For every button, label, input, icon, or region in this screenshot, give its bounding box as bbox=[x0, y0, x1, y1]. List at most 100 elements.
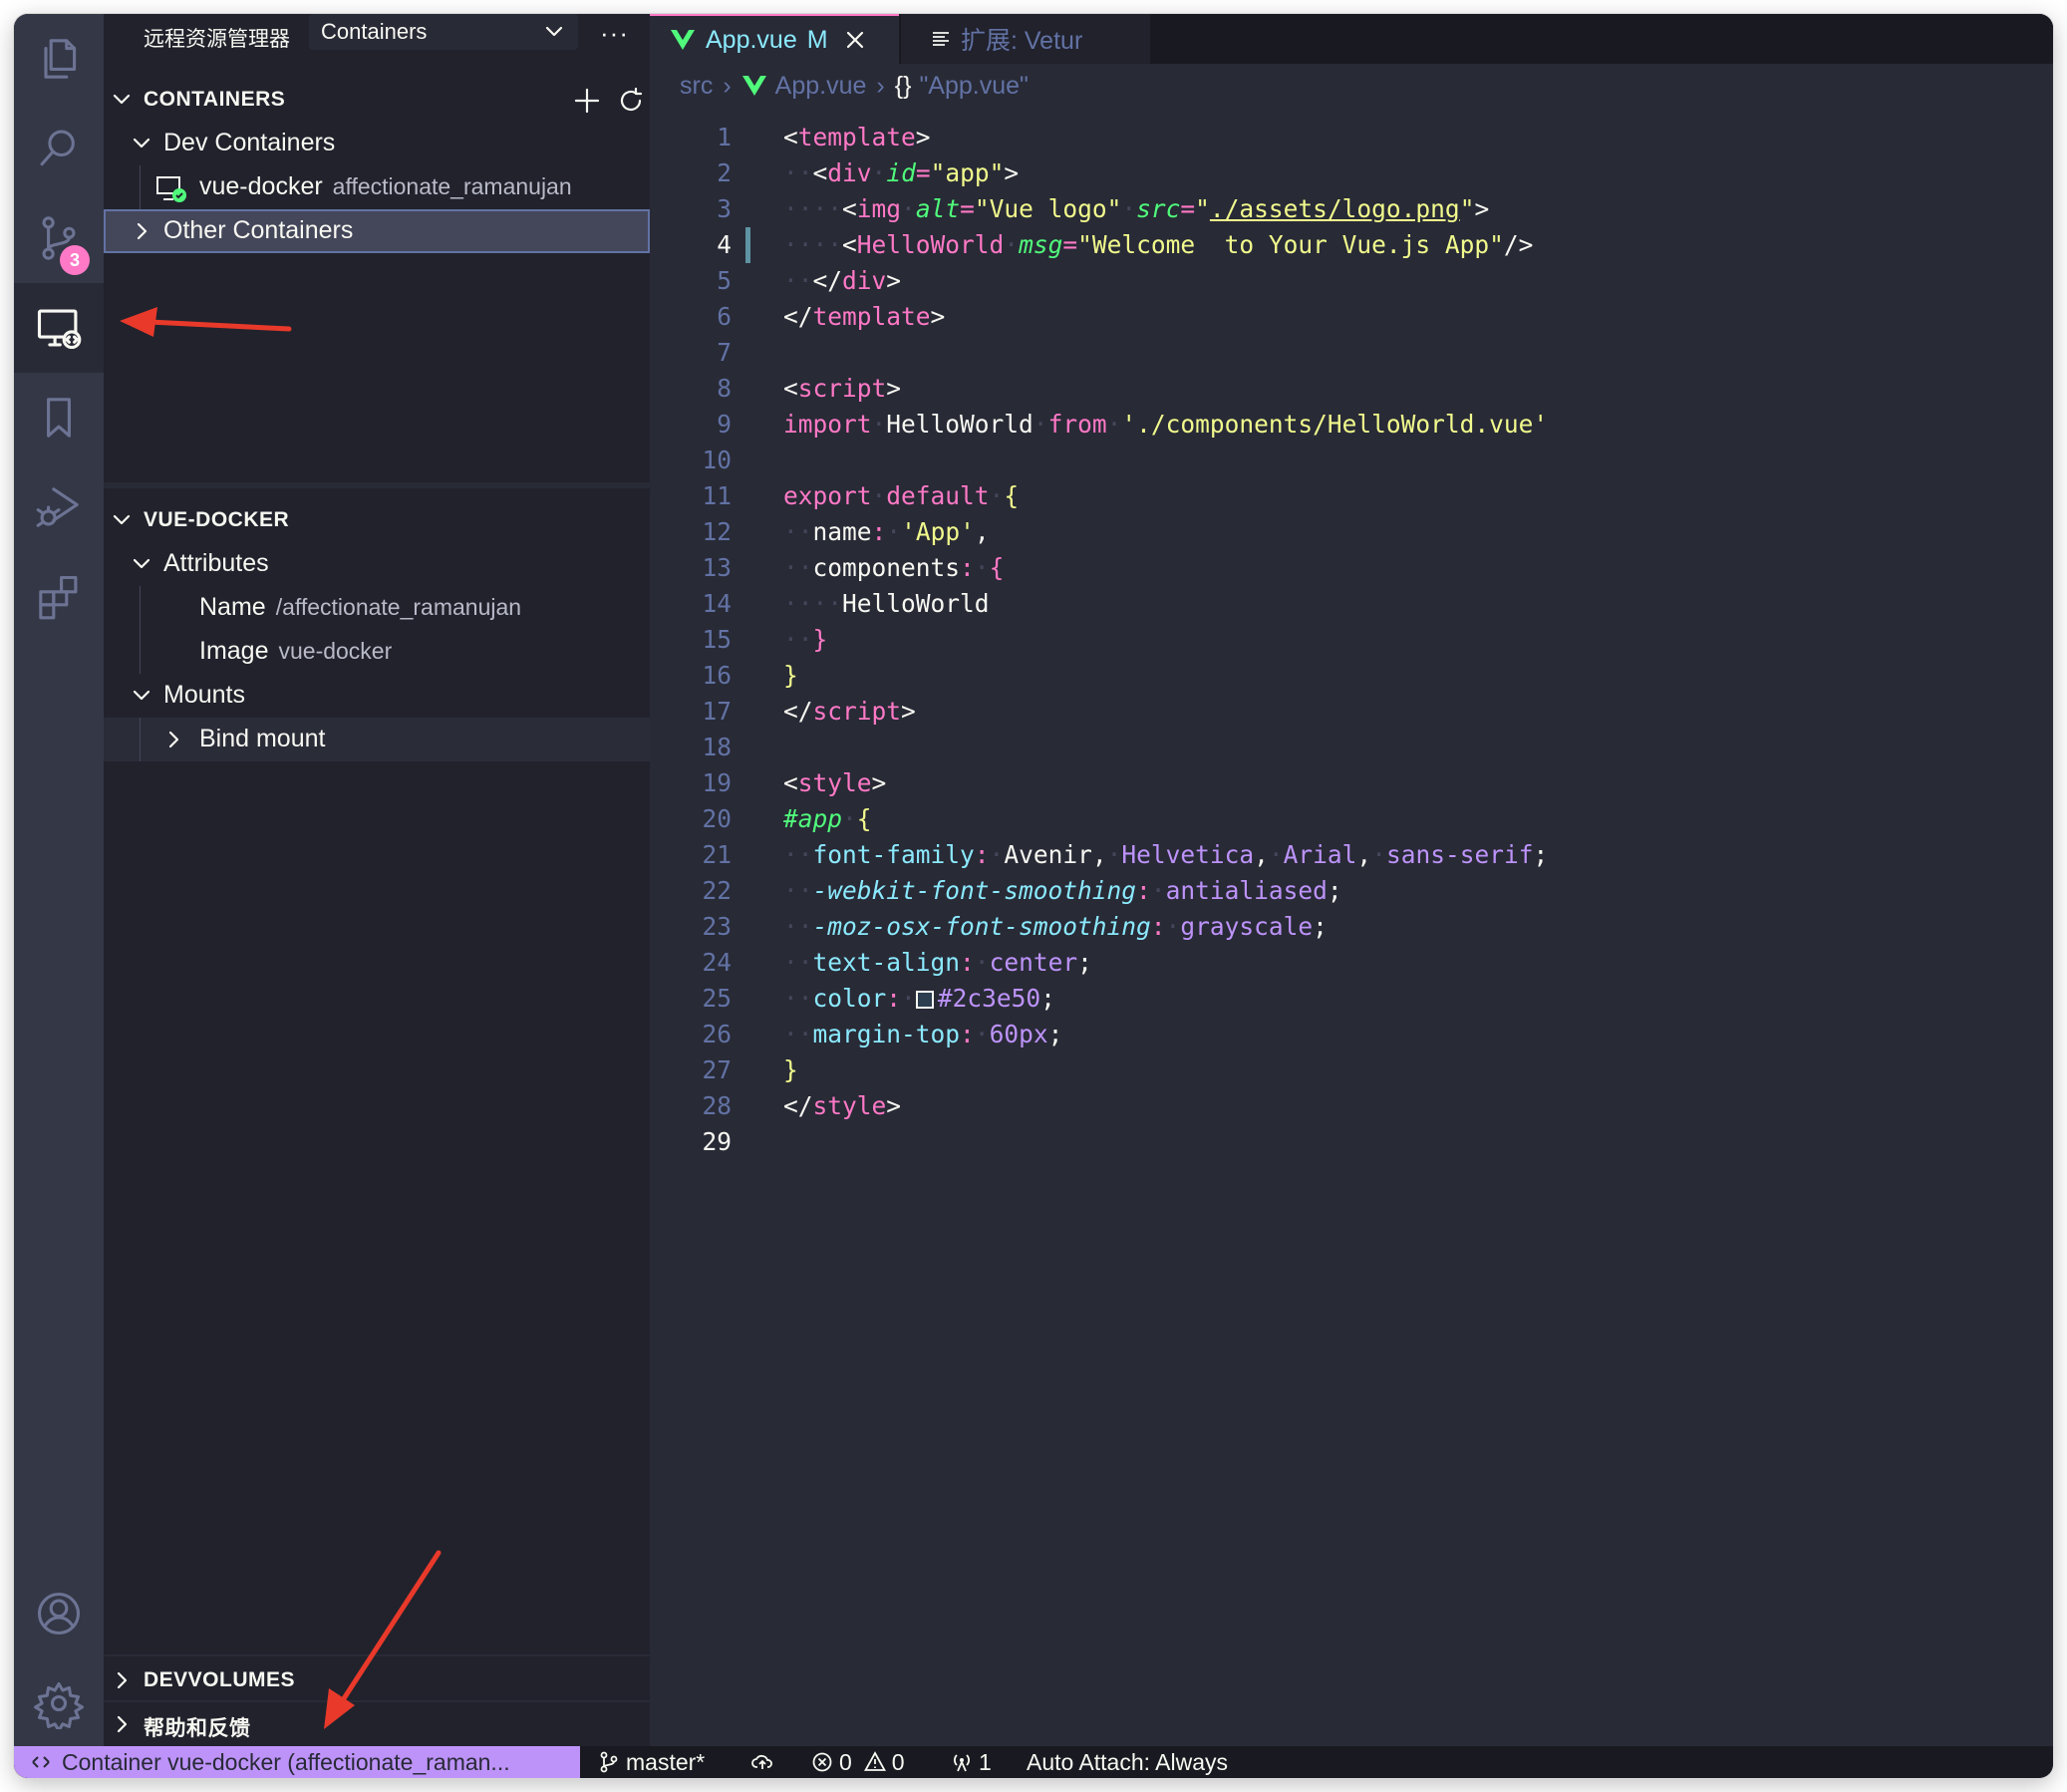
tree-item-bind-mount[interactable]: Bind mount bbox=[104, 718, 650, 761]
code-line: 5 ··</div> bbox=[650, 263, 2053, 299]
remote-explorer-icon[interactable] bbox=[14, 283, 104, 373]
cloud-upload-icon bbox=[751, 1754, 772, 1769]
code-line: 10 bbox=[650, 443, 2053, 478]
breadcrumb-file[interactable]: App.vue bbox=[775, 72, 867, 101]
add-icon[interactable] bbox=[572, 86, 602, 116]
code-line: 28 </style> bbox=[650, 1088, 2053, 1124]
code-line: 22 ··-webkit-font-smoothing:·antialiased; bbox=[650, 873, 2053, 909]
tree-item-name-attribute[interactable]: Name/affectionate_ramanujan bbox=[104, 586, 650, 630]
vue-docker-section-header[interactable]: VUE-DOCKER bbox=[104, 498, 650, 542]
devvolumes-section-header[interactable]: DEVVOLUMES bbox=[104, 1658, 650, 1702]
code-line: 15 ··} bbox=[650, 622, 2053, 658]
remote-indicator-label: Container vue-docker (affectionate_raman… bbox=[62, 1748, 510, 1775]
line-number: 25 bbox=[702, 984, 732, 1013]
line-number: 13 bbox=[702, 553, 732, 582]
attribute-label: Name bbox=[199, 593, 266, 621]
tab-app-vue[interactable]: App.vue M bbox=[650, 14, 899, 64]
line-number: 6 bbox=[717, 302, 732, 331]
run-debug-icon[interactable] bbox=[14, 462, 104, 552]
code-line: 25 ··color:· #2c3e50; bbox=[650, 981, 2053, 1017]
line-number: 24 bbox=[702, 948, 732, 977]
tree-item-image-attribute[interactable]: Image vue-docker bbox=[104, 630, 650, 674]
sync-button[interactable] bbox=[751, 1746, 779, 1778]
code-line: 23 ··-moz-osx-font-smoothing:·grayscale; bbox=[650, 909, 2053, 945]
chevron-down-icon bbox=[133, 558, 150, 569]
running-container-icon bbox=[156, 176, 186, 202]
tree-item-attributes[interactable]: Attributes bbox=[104, 542, 650, 586]
bookmark-icon[interactable] bbox=[14, 373, 104, 462]
code-line: 9 import·HelloWorld·from·'./components/He… bbox=[650, 407, 2053, 443]
refresh-icon[interactable] bbox=[616, 86, 646, 116]
line-number: 7 bbox=[717, 338, 732, 367]
breadcrumb: src › App.vue › {} "App.vue" bbox=[650, 66, 1029, 106]
tree-item-other-containers[interactable]: Other Containers bbox=[104, 209, 650, 253]
containers-section-header[interactable]: CONTAINERS bbox=[104, 78, 650, 122]
container-description: affectionate_ramanujan bbox=[332, 173, 572, 199]
code-line: 13 ··components:·{ bbox=[650, 550, 2053, 586]
auto-attach-label: Auto Attach: Always bbox=[1027, 1748, 1229, 1775]
code-line: 4 ····<HelloWorld·msg="Welcome to Your Vu… bbox=[650, 227, 2053, 263]
line-number: 26 bbox=[702, 1020, 732, 1048]
line-number: 4 bbox=[717, 230, 732, 259]
remote-connection-icon bbox=[32, 1756, 50, 1768]
search-icon[interactable] bbox=[14, 104, 104, 193]
attribute-value: vue-docker bbox=[278, 638, 393, 664]
chevron-right-icon bbox=[137, 222, 148, 240]
line-number: 23 bbox=[702, 912, 732, 941]
code-line: 20 #app·{ bbox=[650, 801, 2053, 837]
tree-item-vue-docker[interactable]: vue-docker affectionate_ramanujan bbox=[104, 165, 650, 209]
vscode-window: 3 远程资源管理器 Containers ··· CONTAINERS Dev … bbox=[14, 14, 2053, 1778]
git-branch-icon bbox=[600, 1751, 618, 1773]
auto-attach-setting[interactable]: Auto Attach: Always bbox=[1027, 1746, 1228, 1778]
devvolumes-section-title: DEVVOLUMES bbox=[144, 1668, 296, 1691]
section-divider bbox=[104, 1654, 650, 1656]
chevron-right-icon bbox=[168, 731, 179, 748]
code-line: 24 ··text-align:·center; bbox=[650, 945, 2053, 981]
remote-view-select[interactable]: Containers bbox=[309, 14, 578, 50]
tree-item-dev-containers[interactable]: Dev Containers bbox=[104, 122, 650, 165]
close-icon[interactable] bbox=[844, 29, 866, 51]
attribute-value: /affectionate_ramanujan bbox=[275, 594, 522, 620]
vue-file-icon bbox=[671, 30, 695, 50]
extensions-icon[interactable] bbox=[14, 552, 104, 642]
help-feedback-section-header[interactable]: 帮助和反馈 bbox=[104, 1702, 650, 1746]
files-icon[interactable] bbox=[14, 14, 104, 104]
settings-gear-icon[interactable] bbox=[14, 1658, 104, 1748]
broadcast-icon bbox=[954, 1754, 970, 1772]
line-number: 12 bbox=[702, 517, 732, 546]
tree-item-mounts[interactable]: Mounts bbox=[104, 674, 650, 718]
code-line: 18 bbox=[650, 730, 2053, 765]
source-control-icon[interactable]: 3 bbox=[14, 193, 104, 283]
tree-item-label: Other Containers bbox=[163, 216, 354, 244]
chevron-right-icon bbox=[117, 1715, 128, 1733]
status-bar: Container vue-docker (affectionate_raman… bbox=[14, 1746, 2053, 1778]
breadcrumb-folder[interactable]: src bbox=[680, 72, 713, 101]
tab-extension-vetur[interactable]: 扩展: Vetur bbox=[901, 14, 1150, 64]
code-line: 2 ··<div·id="app"> bbox=[650, 155, 2053, 191]
code-editor[interactable]: 1 <template> 2 ··<div·id="app"> 3 ····<img·… bbox=[650, 120, 2053, 1160]
line-number: 27 bbox=[702, 1055, 732, 1084]
account-icon[interactable] bbox=[14, 1569, 104, 1658]
error-icon bbox=[812, 1752, 832, 1772]
line-number: 22 bbox=[702, 876, 732, 905]
color-swatch[interactable] bbox=[915, 991, 934, 1009]
containers-section-title: CONTAINERS bbox=[144, 88, 286, 111]
preview-lines-icon bbox=[933, 32, 949, 46]
code-line: 8 <script> bbox=[650, 371, 2053, 407]
code-line: 19 <style> bbox=[650, 765, 2053, 801]
remote-indicator[interactable]: Container vue-docker (affectionate_raman… bbox=[14, 1746, 580, 1778]
warning-count: 0 bbox=[891, 1748, 905, 1775]
tab-label: 扩展: Vetur bbox=[961, 27, 1083, 55]
git-branch[interactable]: master* bbox=[598, 1746, 705, 1778]
chevron-right-icon: › bbox=[876, 71, 885, 100]
remote-explorer-sidebar: 远程资源管理器 Containers ··· CONTAINERS Dev Co… bbox=[104, 14, 650, 1746]
tree-item-label: Mounts bbox=[163, 681, 245, 709]
editor-area: App.vue M 扩展: Vetur src › App.vue › {} "… bbox=[650, 14, 2053, 1746]
chevron-down-icon bbox=[133, 138, 150, 149]
problems-indicator[interactable]: 0 0 bbox=[811, 1746, 905, 1778]
chevron-right-icon: › bbox=[723, 71, 732, 100]
breadcrumb-symbol[interactable]: "App.vue" bbox=[919, 72, 1029, 101]
forwarded-ports[interactable]: 1 bbox=[951, 1746, 992, 1778]
line-number: 20 bbox=[702, 804, 732, 833]
more-actions-icon[interactable]: ··· bbox=[600, 18, 629, 49]
